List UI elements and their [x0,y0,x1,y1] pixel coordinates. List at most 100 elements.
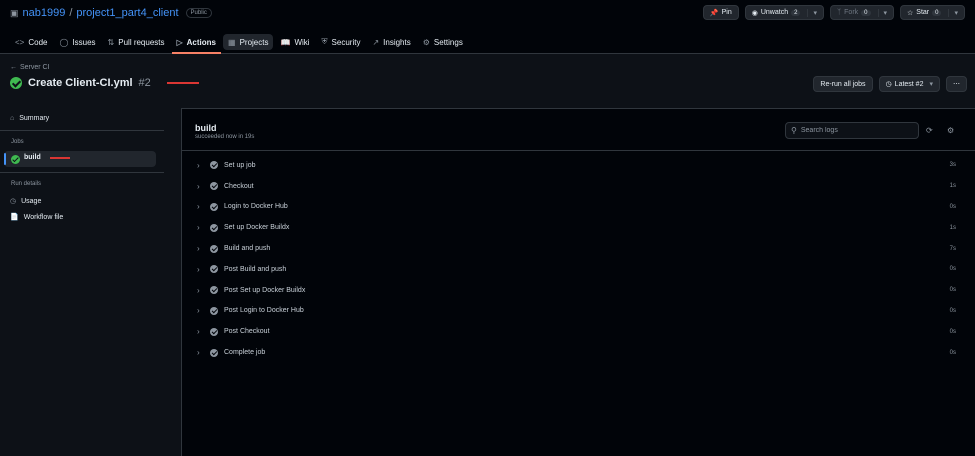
tab-label: Projects [239,37,269,47]
check-circle-icon [210,161,218,170]
table-icon: ▦ [228,37,236,47]
eye-icon: ◉ [751,9,758,17]
unwatch-count: 2 [791,9,801,16]
check-circle-icon [210,223,218,232]
repo-actions: 📌 Pin ◉ Unwatch 2 ▾ ᛉ Fork 0 ▾ ☆ Star 0 … [702,5,965,20]
chevron-right-icon: › [197,244,200,254]
chevron-right-icon: › [197,181,200,191]
repo-breadcrumb: ▣ nab1999 / project1_part4_client Public [10,6,212,20]
tab-label: Issues [72,37,96,47]
run-number: #2 [138,77,151,89]
chevron-right-icon: › [197,223,200,233]
shield-icon: ⛨ [321,37,328,46]
job-step[interactable]: › Post Checkout 0s [182,321,975,342]
step-name: Complete job [224,349,266,357]
job-step[interactable]: › Set up Docker Buildx 1s [182,217,975,238]
job-step[interactable]: › Build and push 7s [182,238,975,259]
star-count: 0 [932,9,942,16]
job-header: build succeeded now in 19s ⚲ ⟳ ⚙ [182,109,975,151]
check-circle-icon [210,306,218,315]
chevron-right-icon: › [197,306,200,316]
history-icon: ◷ [885,81,892,88]
jobs-heading: Jobs [11,139,24,145]
fork-label: Fork [844,9,859,16]
pull-request-icon: ⇅ [107,37,115,47]
sidebar-divider [0,172,164,173]
search-logs[interactable]: ⚲ [785,122,919,139]
job-step[interactable]: › Login to Docker Hub 0s [182,197,975,218]
check-circle-icon [210,327,218,336]
tab-insights[interactable]: ↗ Insights [367,34,415,50]
gear-icon[interactable]: ⚙ [947,126,957,136]
step-duration: 0s [949,266,956,273]
home-icon: ⌂ [10,114,15,122]
sidebar-item-label: Usage [21,197,42,205]
tab-projects[interactable]: ▦ Projects [223,34,274,50]
job-step[interactable]: › Post Build and push 0s [182,259,975,280]
star-button[interactable]: ☆ Star 0 ▾ [900,5,965,20]
step-duration: 7s [949,245,956,252]
rerun-all-jobs-button[interactable]: Re-run all jobs [813,76,873,92]
pin-button[interactable]: 📌 Pin [702,5,739,20]
job-step[interactable]: › Post Login to Docker Hub 0s [182,301,975,322]
job-step[interactable]: › Set up job 3s [182,155,975,176]
more-options-button[interactable]: ⋯ [946,76,967,92]
tab-pull-requests[interactable]: ⇅ Pull requests [103,34,170,50]
sidebar-item-label: Workflow file [23,213,64,221]
tab-label: Wiki [294,37,310,47]
chevron-right-icon: › [197,264,200,274]
job-log-panel: build succeeded now in 19s ⚲ ⟳ ⚙ › Set u… [181,108,975,456]
step-name: Post Checkout [224,328,270,336]
tab-label: Actions [186,37,216,47]
sidebar-item-build[interactable]: build [4,151,156,167]
unwatch-label: Unwatch [760,9,789,16]
red-annotation-line [166,82,199,84]
tab-label: Security [331,37,361,47]
chevron-down-icon[interactable]: ▾ [948,8,958,17]
star-label: Star [916,9,930,16]
sidebar-item-usage[interactable]: ◷ Usage [10,195,41,207]
tab-actions[interactable]: ▷ Actions [171,34,222,54]
repo-owner-link[interactable]: nab1999 [23,7,66,19]
fork-button[interactable]: ᛉ Fork 0 ▾ [829,5,895,20]
step-duration: 0s [949,307,956,314]
run-title-text: Create Client-CI.yml [28,77,133,89]
step-name: Set up job [224,161,256,169]
chevron-down-icon[interactable]: ▾ [807,8,817,17]
repo-name-link[interactable]: project1_part4_client [76,7,178,19]
graph-icon: ↗ [372,37,380,47]
back-label: Server CI [20,64,50,71]
job-step[interactable]: › Checkout 1s [182,176,975,197]
chevron-down-icon[interactable]: ▾ [877,8,887,17]
check-circle-icon [210,182,218,191]
tab-issues[interactable]: ◯ Issues [54,34,100,50]
unwatch-button[interactable]: ◉ Unwatch 2 ▾ [744,5,824,20]
check-circle-icon [210,348,218,357]
step-name: Set up Docker Buildx [224,224,290,232]
sync-icon[interactable]: ⟳ [926,126,936,136]
check-circle-icon [210,244,218,253]
job-step[interactable]: › Post Set up Docker Buildx 0s [182,280,975,301]
rerun-label: Re-run all jobs [820,80,866,88]
sidebar-divider [0,130,164,131]
tab-label: Settings [433,37,463,47]
search-icon: ⚲ [791,126,797,135]
job-step[interactable]: › Complete job 0s [182,342,975,363]
tab-code[interactable]: <> Code [10,34,52,50]
latest-attempt-dropdown[interactable]: ◷ Latest #2 ▾ [878,76,940,92]
repo-icon: ▣ [10,7,19,18]
active-indicator [4,153,6,165]
tab-security[interactable]: ⛨ Security [317,34,366,50]
tab-settings[interactable]: ⚙ Settings [418,34,468,50]
pin-label: Pin [721,9,732,16]
step-duration: 1s [949,183,956,190]
tab-wiki[interactable]: 📖 Wiki [275,34,314,50]
search-input[interactable] [800,127,911,134]
file-icon: 📄 [10,214,19,221]
step-name: Login to Docker Hub [224,203,288,211]
sidebar-item-workflow-file[interactable]: 📄 Workflow file [10,211,63,223]
step-duration: 0s [949,328,956,335]
back-link[interactable]: ← Server CI [10,64,199,71]
sidebar-item-summary[interactable]: ⌂ Summary [10,112,49,124]
check-circle-icon [10,77,22,89]
